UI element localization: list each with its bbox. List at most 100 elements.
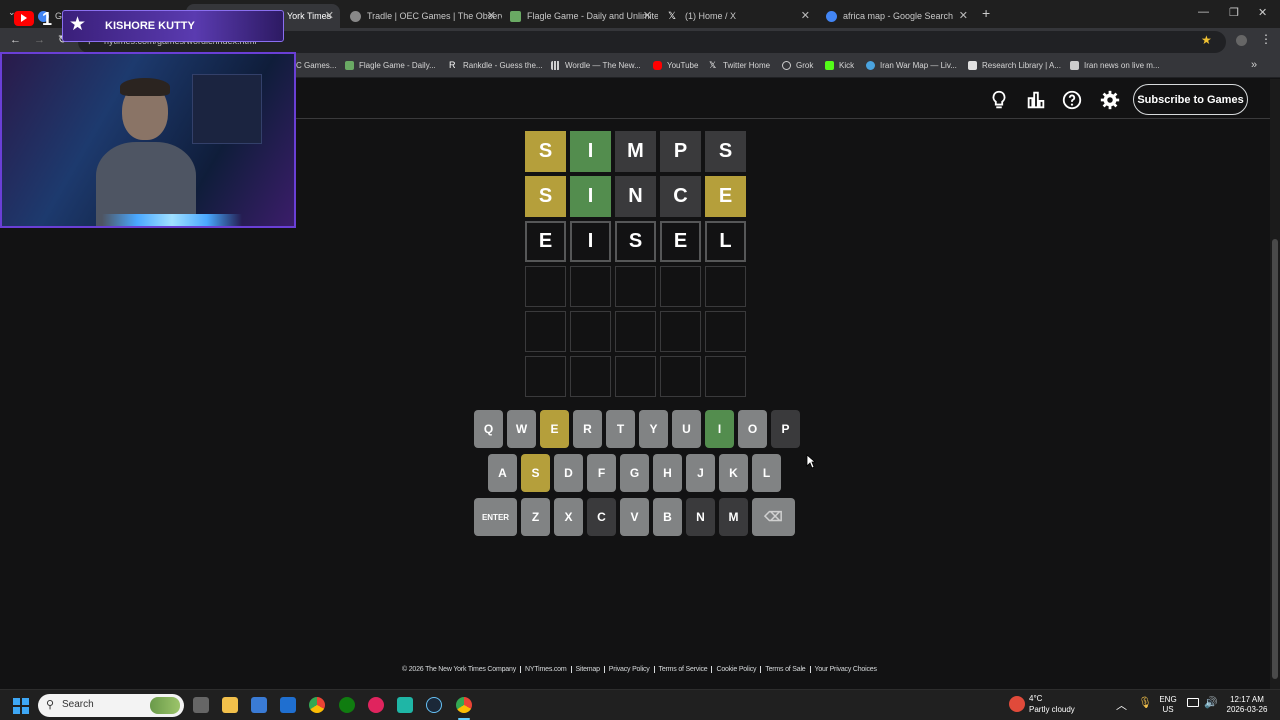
key-t[interactable]: T	[606, 410, 635, 448]
backspace-key[interactable]: ⌫	[752, 498, 795, 536]
xbox-icon[interactable]	[339, 697, 355, 713]
key-o[interactable]: O	[738, 410, 767, 448]
weather-icon[interactable]	[1009, 696, 1025, 712]
key-g[interactable]: G	[620, 454, 649, 492]
tab-title: (1) Home / X	[685, 11, 737, 21]
bookmark-iran-news[interactable]: Iran news on live m...	[1070, 61, 1160, 70]
youtube-icon	[653, 61, 662, 70]
key-y[interactable]: Y	[639, 410, 668, 448]
key-a[interactable]: A	[488, 454, 517, 492]
chrome-active-icon[interactable]	[456, 697, 472, 713]
bookmark-flagle[interactable]: Flagle Game - Daily...	[345, 61, 436, 70]
minimize-icon[interactable]: —	[1198, 6, 1209, 18]
key-d[interactable]: D	[554, 454, 583, 492]
bookmark-iran-war-map[interactable]: Iran War Map — Liv...	[866, 61, 957, 70]
close-window-icon[interactable]: ✕	[1258, 6, 1267, 19]
key-k[interactable]: K	[719, 454, 748, 492]
show-hidden-icons-chevron-icon[interactable]: ︿	[1116, 697, 1127, 713]
more-bookmarks-icon[interactable]: »	[1251, 59, 1257, 71]
footer-link-sitemap[interactable]: Sitemap	[572, 666, 605, 673]
page-scrollbar[interactable]	[1270, 79, 1280, 689]
footer-copyright[interactable]: © 2026 The New York Times Company	[402, 666, 521, 673]
steam-icon[interactable]	[426, 697, 442, 713]
key-p[interactable]: P	[771, 410, 800, 448]
close-tab-icon[interactable]: ✕	[801, 9, 810, 22]
footer-link-privacy-choices[interactable]: Your Privacy Choices	[811, 666, 881, 673]
key-m[interactable]: M	[719, 498, 748, 536]
outlook-icon[interactable]	[280, 697, 296, 713]
footer-link-terms[interactable]: Terms of Service	[655, 666, 713, 673]
extension-icon[interactable]	[1236, 35, 1247, 46]
new-tab-icon[interactable]: +	[982, 5, 990, 21]
bookmark-research-library[interactable]: Research Library | A...	[968, 61, 1061, 70]
footer-link-terms-sale[interactable]: Terms of Sale	[761, 666, 811, 673]
gamepad-app-icon[interactable]	[397, 697, 413, 713]
forward-icon[interactable]: →	[34, 34, 45, 46]
tab-flagle[interactable]: Flagle Game - Daily and Unlimite ✕	[502, 4, 658, 28]
scrollbar-thumb[interactable]	[1272, 239, 1278, 679]
chrome-icon[interactable]	[309, 697, 325, 713]
key-i[interactable]: I	[705, 410, 734, 448]
key-l[interactable]: L	[752, 454, 781, 492]
language-line2[interactable]: US	[1158, 705, 1178, 715]
key-n[interactable]: N	[686, 498, 715, 536]
help-icon[interactable]	[1061, 89, 1083, 111]
tab-x-home[interactable]: 𝕏 (1) Home / X ✕	[660, 4, 816, 28]
key-u[interactable]: U	[672, 410, 701, 448]
browser-menu-icon[interactable]: ⋮	[1260, 32, 1272, 46]
lightbulb-icon[interactable]	[988, 89, 1010, 111]
close-tab-icon[interactable]: ✕	[643, 9, 652, 22]
bookmark-twitter-home[interactable]: 𝕏 Twitter Home	[709, 61, 770, 71]
settings-icon[interactable]	[1099, 89, 1121, 111]
bookmark-youtube[interactable]: YouTube	[653, 61, 698, 70]
bookmark-star-icon[interactable]: ★	[1201, 33, 1212, 47]
key-r[interactable]: R	[573, 410, 602, 448]
weather-desc[interactable]: Partly cloudy	[1029, 705, 1075, 715]
key-f[interactable]: F	[587, 454, 616, 492]
bookmark-grok[interactable]: Grok	[782, 61, 813, 70]
bookmark-rankdle[interactable]: R Rankdle - Guess the...	[449, 61, 543, 71]
weather-temp[interactable]: 4°C	[1029, 694, 1042, 704]
key-b[interactable]: B	[653, 498, 682, 536]
media-app-icon[interactable]	[368, 697, 384, 713]
tab-africa-map[interactable]: africa map - Google Search ✕	[818, 4, 974, 28]
restore-icon[interactable]: ❐	[1229, 6, 1239, 19]
footer-link-cookie[interactable]: Cookie Policy	[712, 666, 762, 673]
microphone-icon[interactable]: 🎙	[1138, 696, 1152, 709]
clock-date[interactable]: 2026-03-26	[1222, 705, 1272, 715]
stats-icon[interactable]	[1025, 89, 1047, 111]
key-j[interactable]: J	[686, 454, 715, 492]
key-z[interactable]: Z	[521, 498, 550, 536]
key-c[interactable]: C	[587, 498, 616, 536]
back-icon[interactable]: ←	[10, 34, 21, 46]
key-h[interactable]: H	[653, 454, 682, 492]
footer-link-nytimes[interactable]: NYTimes.com	[521, 666, 572, 673]
clock-time[interactable]: 12:17 AM	[1222, 695, 1272, 705]
microsoft-store-icon[interactable]	[251, 697, 267, 713]
bookmark-kick[interactable]: Kick	[825, 61, 854, 70]
bookmark-label: Iran War Map — Liv...	[880, 61, 957, 70]
key-s[interactable]: S	[521, 454, 550, 492]
subscribe-button[interactable]: Subscribe to Games	[1133, 84, 1248, 115]
close-tab-icon[interactable]: ✕	[325, 9, 334, 22]
file-explorer-icon[interactable]	[222, 697, 238, 713]
close-tab-icon[interactable]: ✕	[487, 9, 496, 22]
taskbar-search-placeholder: Search	[62, 699, 94, 710]
tab-tradle[interactable]: Tradle | OEC Games | The Observ ✕	[342, 4, 502, 28]
key-v[interactable]: V	[620, 498, 649, 536]
key-e[interactable]: E	[540, 410, 569, 448]
key-w[interactable]: W	[507, 410, 536, 448]
network-icon[interactable]	[1187, 698, 1199, 707]
enter-key[interactable]: ENTER	[474, 498, 517, 536]
windows-start-icon[interactable]	[13, 698, 29, 714]
close-tab-icon[interactable]: ✕	[959, 9, 968, 22]
taskbar-search-box[interactable]: ⚲ Search	[38, 694, 184, 717]
bookmark-wordle[interactable]: Wordle — The New...	[551, 61, 641, 70]
task-view-icon[interactable]	[193, 697, 209, 713]
key-q[interactable]: Q	[474, 410, 503, 448]
footer-link-privacy[interactable]: Privacy Policy	[605, 666, 655, 673]
language-line1[interactable]: ENG	[1158, 695, 1178, 705]
bookmark-c-games[interactable]: C Games...	[296, 61, 336, 70]
volume-icon[interactable]: 🔊	[1204, 696, 1218, 709]
key-x[interactable]: X	[554, 498, 583, 536]
